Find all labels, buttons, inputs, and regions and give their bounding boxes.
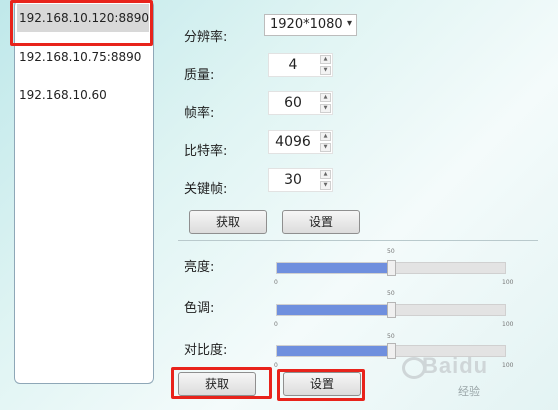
- slider-fill: [277, 346, 391, 356]
- resolution-label: 分辨率:: [184, 30, 228, 45]
- chevron-down-icon: ▾: [346, 18, 352, 29]
- framerate-stepper[interactable]: 60 ▲ ▼: [268, 91, 333, 115]
- highlight-box-get: [171, 367, 272, 399]
- slider-fill: [277, 263, 391, 273]
- slider-tick-mid: 50: [387, 333, 395, 340]
- resolution-value: 1920*1080: [270, 17, 343, 32]
- increment-icon[interactable]: ▲: [320, 93, 331, 102]
- brightness-label: 亮度:: [184, 260, 215, 275]
- ip-list-item[interactable]: 192.168.10.75:8890: [17, 43, 149, 71]
- bitrate-stepper[interactable]: 4096 ▲ ▼: [268, 130, 333, 154]
- decrement-icon[interactable]: ▼: [320, 104, 331, 113]
- keyframe-label: 关键帧:: [184, 182, 228, 197]
- keyframe-value: 30: [284, 172, 302, 188]
- bitrate-value: 4096: [275, 134, 311, 150]
- watermark: Baidu 经验: [402, 353, 552, 403]
- framerate-value: 60: [284, 95, 302, 111]
- slider-thumb[interactable]: [387, 302, 396, 318]
- slider-tick-mid: 50: [387, 248, 395, 255]
- resolution-select[interactable]: 1920*1080 ▾: [264, 14, 357, 36]
- decrement-icon[interactable]: ▼: [320, 66, 331, 75]
- increment-icon[interactable]: ▲: [320, 132, 331, 141]
- slider-fill: [277, 305, 391, 315]
- quality-label: 质量:: [184, 68, 215, 83]
- slider-tick-max: 100: [502, 279, 514, 286]
- highlight-box-set: [277, 369, 365, 401]
- slider-tick-min: 0: [274, 362, 278, 369]
- keyframe-stepper[interactable]: 30 ▲ ▼: [268, 168, 333, 192]
- increment-icon[interactable]: ▲: [320, 55, 331, 64]
- quality-value: 4: [288, 57, 298, 73]
- divider: [178, 240, 538, 241]
- hue-label: 色调:: [184, 301, 215, 316]
- slider-thumb[interactable]: [387, 343, 396, 359]
- quality-stepper[interactable]: 4 ▲ ▼: [268, 53, 333, 77]
- brightness-slider[interactable]: [276, 260, 506, 276]
- ip-list-panel[interactable]: 192.168.10.120:8890 192.168.10.75:8890 1…: [14, 0, 154, 384]
- slider-thumb[interactable]: [387, 260, 396, 276]
- ip-list-item[interactable]: 192.168.10.60: [17, 81, 149, 109]
- slider-tick-mid: 50: [387, 290, 395, 297]
- video-get-button[interactable]: 获取: [189, 210, 267, 234]
- slider-tick-min: 0: [274, 321, 278, 328]
- bitrate-label: 比特率:: [184, 144, 228, 159]
- watermark-text: 经验: [458, 386, 480, 398]
- slider-tick-min: 0: [274, 279, 278, 286]
- increment-icon[interactable]: ▲: [320, 170, 331, 179]
- video-set-button[interactable]: 设置: [282, 210, 360, 234]
- contrast-label: 对比度:: [184, 343, 228, 358]
- watermark-brand: Baidu: [422, 353, 489, 378]
- framerate-label: 帧率:: [184, 106, 215, 121]
- decrement-icon[interactable]: ▼: [320, 181, 331, 190]
- highlight-box-ip: [10, 0, 153, 46]
- decrement-icon[interactable]: ▼: [320, 143, 331, 152]
- hue-slider[interactable]: [276, 302, 506, 318]
- slider-tick-max: 100: [502, 321, 514, 328]
